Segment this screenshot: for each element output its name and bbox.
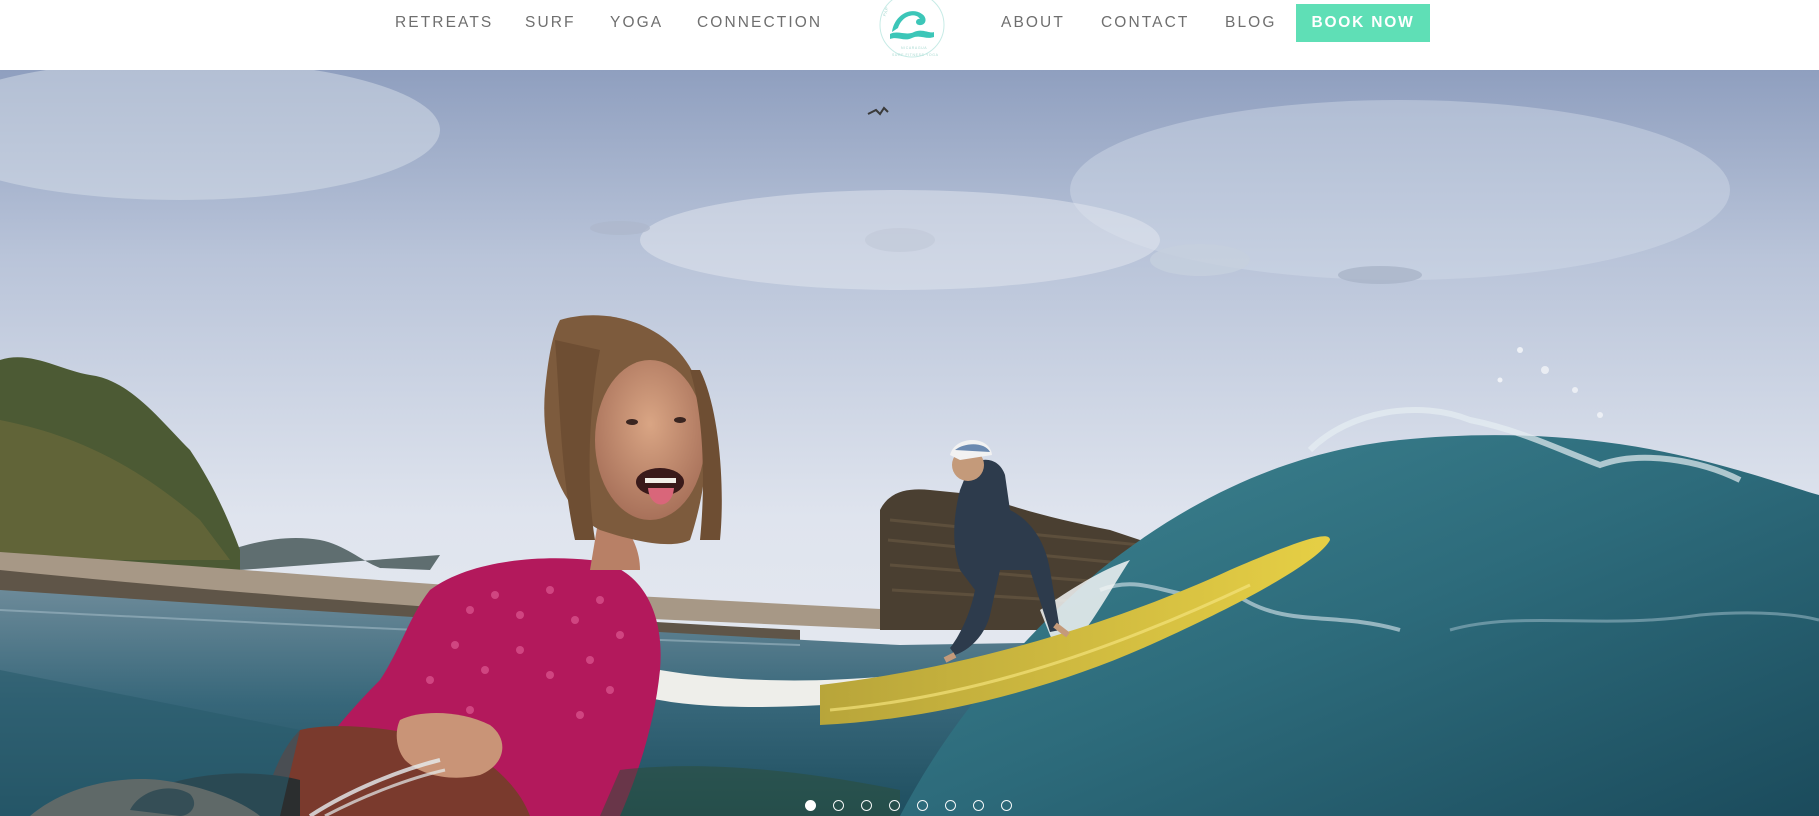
slider-dot-5[interactable]	[917, 800, 928, 811]
logo-middle-text: NICARAGUA	[901, 46, 928, 50]
nav-connection[interactable]: CONNECTION	[697, 13, 822, 33]
book-now-button[interactable]: BOOK NOW	[1296, 4, 1430, 42]
site-logo[interactable]: PAP NICARAGUA SURF FITNESS YOGA	[876, 0, 948, 60]
site-header: RETREATS SURF YOGA CONNECTION PAP NICARA…	[0, 0, 1819, 70]
slider-dot-4[interactable]	[889, 800, 900, 811]
slider-dot-8[interactable]	[1001, 800, 1012, 811]
slider-dot-1[interactable]	[805, 800, 816, 811]
slider-dot-6[interactable]	[945, 800, 956, 811]
slider-dot-3[interactable]	[861, 800, 872, 811]
nav-surf[interactable]: SURF	[525, 13, 576, 33]
nav-contact[interactable]: CONTACT	[1101, 13, 1189, 33]
slider-dot-2[interactable]	[833, 800, 844, 811]
nav-about[interactable]: ABOUT	[1001, 13, 1065, 33]
nav-blog[interactable]: BLOG	[1225, 13, 1276, 33]
surfers-wave-hero-photo	[0, 70, 1819, 816]
nav-yoga[interactable]: YOGA	[610, 13, 663, 33]
nav-retreats[interactable]: RETREATS	[395, 13, 493, 33]
logo-bottom-text: SURF FITNESS YOGA	[892, 53, 939, 57]
slider-dot-7[interactable]	[973, 800, 984, 811]
hero-slider	[0, 70, 1819, 816]
